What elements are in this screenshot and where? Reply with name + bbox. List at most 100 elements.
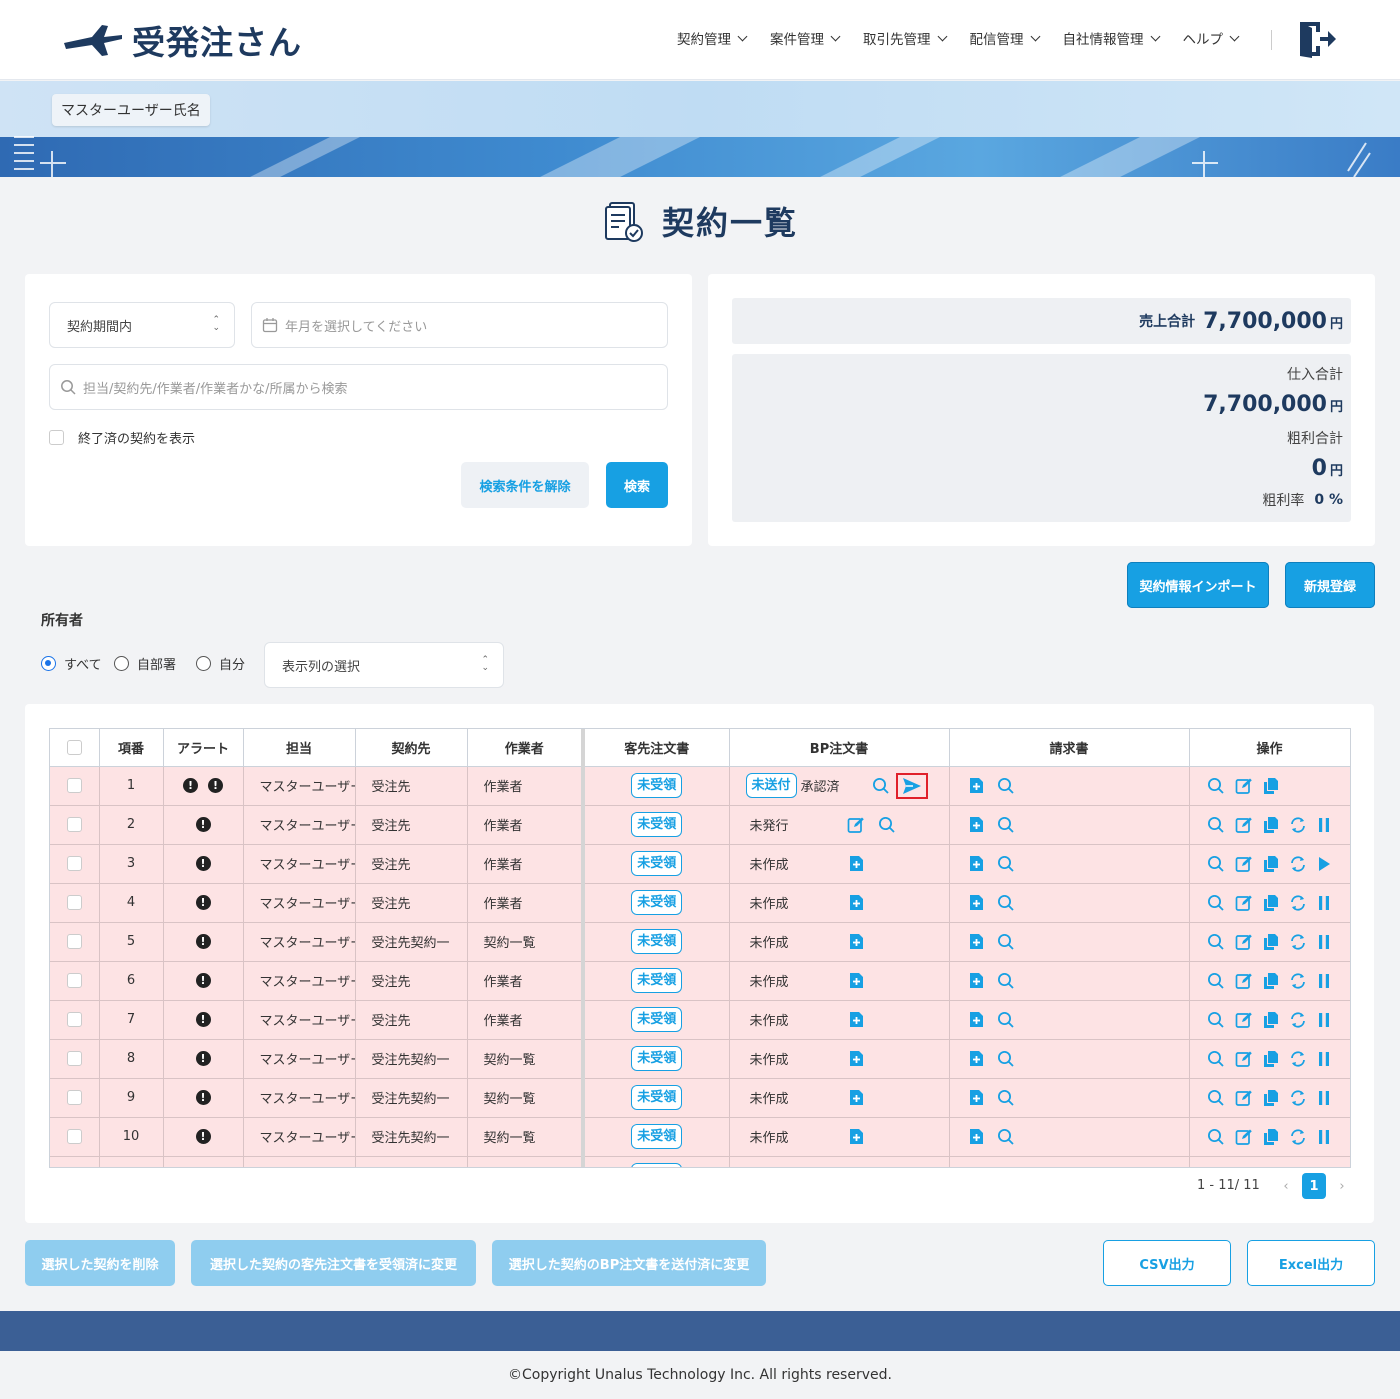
view-icon[interactable]	[997, 1050, 1015, 1068]
create-document-icon[interactable]	[969, 933, 984, 950]
app-logo[interactable]: 受発注さん	[62, 18, 302, 62]
row-checkbox[interactable]	[66, 934, 82, 949]
alert-icon[interactable]: !	[195, 817, 211, 832]
customer-doc-status-tag[interactable]: 未受領	[631, 1162, 683, 1167]
create-document-icon[interactable]	[969, 1011, 984, 1028]
nav-partner[interactable]: 取引先管理	[851, 28, 958, 48]
view-icon[interactable]	[1207, 1089, 1225, 1107]
row-checkbox[interactable]	[66, 1129, 82, 1144]
alert-icon[interactable]: !	[195, 973, 211, 988]
create-document-icon[interactable]	[969, 855, 984, 872]
edit-icon[interactable]	[847, 816, 865, 834]
nav-help[interactable]: ヘルプ	[1171, 28, 1251, 48]
col-header[interactable]: アラート	[163, 729, 244, 767]
row-checkbox[interactable]	[66, 973, 82, 988]
column-select[interactable]: 表示列の選択 ⌃ ⌄	[264, 642, 504, 688]
view-icon[interactable]	[997, 816, 1015, 834]
view-icon[interactable]	[1207, 777, 1225, 795]
table-row[interactable]: 10! マスターユーザー 受注先契約一 契約一覧 未受領 未作成	[50, 1117, 1350, 1157]
create-document-icon[interactable]	[969, 1050, 984, 1067]
nav-project[interactable]: 案件管理	[758, 28, 851, 48]
table-row[interactable]: ! 未受領	[50, 1156, 1350, 1167]
customer-doc-status-tag[interactable]: 未受領	[631, 772, 683, 799]
delete-selected-button[interactable]: 選択した契約を削除	[25, 1240, 175, 1286]
table-row[interactable]: 5! マスターユーザー 受注先契約一 契約一覧 未受領 未作成	[50, 922, 1350, 962]
pause-icon[interactable]	[1317, 895, 1331, 911]
edit-icon[interactable]	[1235, 777, 1253, 795]
copy-icon[interactable]	[1263, 816, 1279, 834]
view-icon[interactable]	[997, 1128, 1015, 1146]
customer-doc-status-tag[interactable]: 未受領	[631, 811, 683, 838]
renew-icon[interactable]	[1289, 894, 1307, 912]
view-icon[interactable]	[878, 816, 896, 834]
view-icon[interactable]	[997, 1089, 1015, 1107]
create-document-icon[interactable]	[849, 894, 864, 911]
col-header[interactable]: BP注文書	[729, 729, 950, 767]
create-document-icon[interactable]	[849, 972, 864, 989]
edit-icon[interactable]	[1235, 1089, 1253, 1107]
create-document-icon[interactable]	[969, 777, 984, 794]
nav-delivery[interactable]: 配信管理	[958, 28, 1051, 48]
copy-icon[interactable]	[1263, 933, 1279, 951]
pause-icon[interactable]	[1317, 934, 1331, 950]
edit-icon[interactable]	[1235, 816, 1253, 834]
view-icon[interactable]	[1207, 1050, 1225, 1068]
show-finished-checkbox[interactable]: 終了済の契約を表示	[49, 428, 195, 447]
renew-icon[interactable]	[1289, 1089, 1307, 1107]
table-row[interactable]: 6! マスターユーザー 受注先 作業者 未受領 未作成	[50, 961, 1350, 1001]
customer-doc-status-tag[interactable]: 未受領	[631, 1006, 683, 1033]
view-icon[interactable]	[1207, 1128, 1225, 1146]
view-icon[interactable]	[997, 1011, 1015, 1029]
alert-icon[interactable]: !	[208, 778, 223, 793]
nav-company[interactable]: 自社情報管理	[1051, 28, 1171, 48]
create-document-icon[interactable]	[969, 1128, 984, 1145]
create-document-icon[interactable]	[969, 972, 984, 989]
edit-icon[interactable]	[1235, 1128, 1253, 1146]
copy-icon[interactable]	[1263, 777, 1279, 795]
renew-icon[interactable]	[1289, 933, 1307, 951]
row-checkbox[interactable]	[66, 856, 82, 871]
next-page-icon[interactable]: ›	[1330, 1173, 1354, 1199]
table-row[interactable]: 4! マスターユーザー 受注先 作業者 未受領 未作成	[50, 883, 1350, 923]
table-row[interactable]: 9! マスターユーザー 受注先契約一 契約一覧 未受領 未作成	[50, 1078, 1350, 1118]
alert-icon[interactable]: !	[195, 1090, 211, 1105]
page-button[interactable]: 1	[1302, 1173, 1326, 1199]
renew-icon[interactable]	[1289, 816, 1307, 834]
search-button[interactable]: 検索	[606, 462, 668, 508]
alert-icon[interactable]: !	[195, 895, 211, 910]
pause-icon[interactable]	[1317, 1012, 1331, 1028]
send-icon[interactable]	[902, 777, 922, 795]
copy-icon[interactable]	[1263, 1128, 1279, 1146]
view-icon[interactable]	[1207, 894, 1225, 912]
edit-icon[interactable]	[1235, 1050, 1253, 1068]
create-document-icon[interactable]	[849, 1011, 864, 1028]
view-icon[interactable]	[1207, 972, 1225, 990]
row-checkbox[interactable]	[66, 817, 82, 832]
edit-icon[interactable]	[1235, 972, 1253, 990]
contract-import-button[interactable]: 契約情報インポート	[1127, 562, 1269, 608]
view-icon[interactable]	[997, 972, 1015, 990]
copy-icon[interactable]	[1263, 894, 1279, 912]
customer-doc-status-tag[interactable]: 未受領	[631, 1045, 683, 1072]
customer-doc-status-tag[interactable]: 未受領	[631, 1123, 683, 1150]
view-icon[interactable]	[997, 894, 1015, 912]
resume-icon[interactable]	[1317, 856, 1331, 872]
view-icon[interactable]	[1207, 933, 1225, 951]
col-header[interactable]: 契約先	[355, 729, 468, 767]
copy-icon[interactable]	[1263, 855, 1279, 873]
customer-doc-status-tag[interactable]: 未受領	[631, 1084, 683, 1111]
row-checkbox[interactable]	[66, 778, 82, 793]
view-icon[interactable]	[997, 855, 1015, 873]
renew-icon[interactable]	[1289, 1128, 1307, 1146]
nav-contract[interactable]: 契約管理	[665, 28, 758, 48]
table-row[interactable]: 8! マスターユーザー 受注先契約一 契約一覧 未受領 未作成	[50, 1039, 1350, 1079]
alert-icon[interactable]: !	[195, 1129, 211, 1144]
checkbox[interactable]	[49, 430, 64, 445]
view-icon[interactable]	[997, 777, 1015, 795]
table-row[interactable]: 7! マスターユーザー 受注先 作業者 未受領 未作成	[50, 1000, 1350, 1040]
view-icon[interactable]	[1207, 855, 1225, 873]
new-register-button[interactable]: 新規登録	[1285, 562, 1375, 608]
copy-icon[interactable]	[1263, 1050, 1279, 1068]
radio-checked[interactable]	[41, 656, 56, 671]
table-row[interactable]: 2! マスターユーザー 受注先 作業者 未受領 未発行	[50, 805, 1350, 845]
